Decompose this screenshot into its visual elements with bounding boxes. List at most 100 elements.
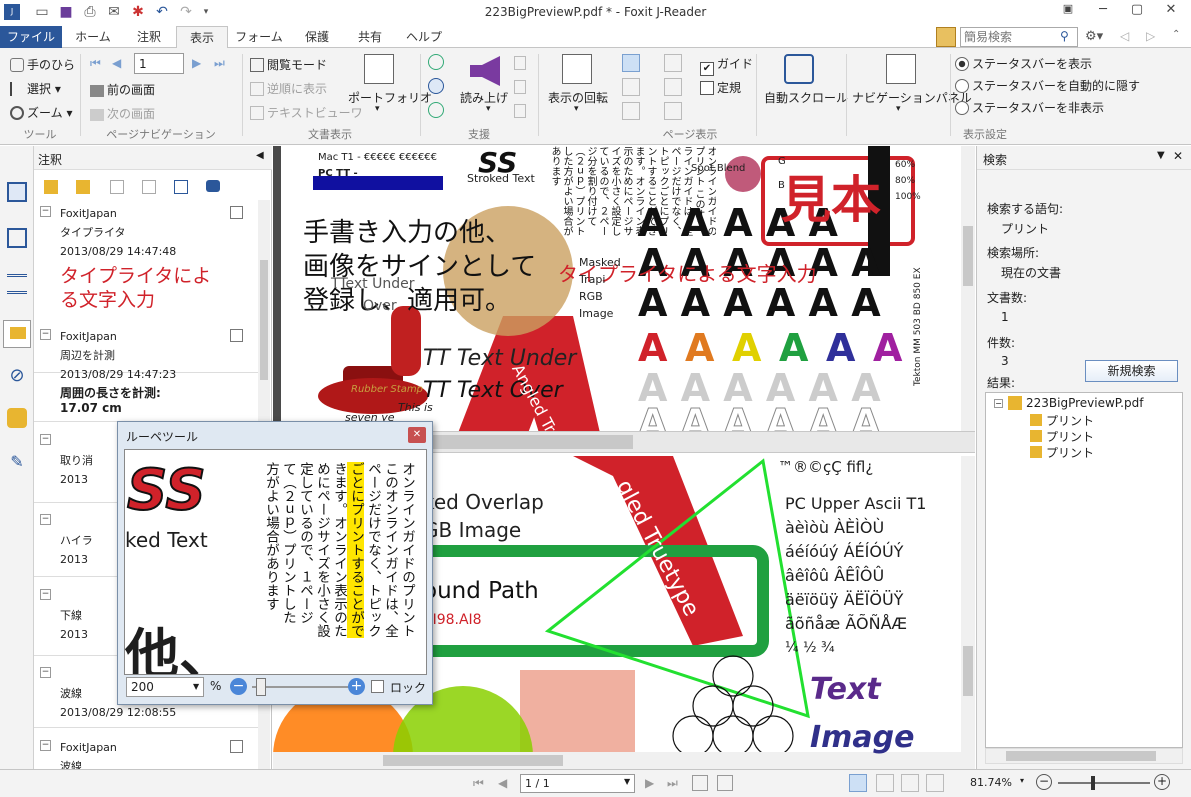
- radio-show-status[interactable]: ステータスバーを表示: [955, 55, 1092, 72]
- reverse-view-button[interactable]: 逆順に表示: [250, 80, 327, 97]
- forward-arrow-icon[interactable]: ▷: [1146, 29, 1155, 43]
- next-screen-button[interactable]: 次の画面: [90, 105, 155, 122]
- tab-home[interactable]: ホーム: [66, 26, 120, 48]
- nav-panel-dropdown-icon[interactable]: ▾: [896, 104, 901, 114]
- facing-status-icon[interactable]: [901, 774, 919, 792]
- facing-icon[interactable]: [664, 78, 682, 96]
- read-doc-icon[interactable]: [514, 80, 526, 94]
- result-item[interactable]: プリント: [1046, 444, 1094, 461]
- rotate-dropdown-icon[interactable]: ▾: [574, 104, 579, 114]
- radio-hide-status[interactable]: ステータスバーを非表示: [955, 99, 1104, 116]
- hscroll-thumb[interactable]: [383, 755, 563, 766]
- marquee-zoom-icon[interactable]: [428, 54, 444, 70]
- zoom-out-icon[interactable]: −: [1036, 774, 1052, 790]
- cover-status-icon[interactable]: [926, 774, 944, 792]
- lower-vscroll-thumb[interactable]: [963, 646, 973, 696]
- next-page-icon[interactable]: ▶: [192, 56, 201, 70]
- collapse-icon[interactable]: −: [40, 206, 51, 217]
- minimize-button[interactable]: ─: [1090, 2, 1116, 22]
- two-page-icon[interactable]: [664, 54, 682, 72]
- annotation-checkbox[interactable]: [230, 740, 243, 753]
- gear-icon[interactable]: ⚙▾: [1085, 29, 1103, 44]
- loupe-zoom-slider[interactable]: [252, 678, 352, 696]
- zoom-in-icon[interactable]: +: [1154, 774, 1170, 790]
- pages-icon[interactable]: [7, 228, 27, 248]
- tab-form[interactable]: フォーム: [230, 26, 288, 48]
- radio-auto-hide-status[interactable]: ステータスバーを自動的に隠す: [955, 77, 1140, 94]
- page-dropdown-icon[interactable]: ▼: [624, 777, 630, 786]
- tab-view[interactable]: 表示: [176, 26, 228, 49]
- close-panel-icon[interactable]: ✕: [1173, 149, 1183, 163]
- annotation-checkbox[interactable]: [230, 329, 243, 342]
- auto-scroll-button[interactable]: 自動スクロール: [764, 89, 848, 106]
- quick-search-input[interactable]: [961, 28, 1057, 46]
- collapse-icon[interactable]: −: [40, 329, 51, 340]
- loupe-titlebar[interactable]: ルーペツール ✕: [118, 422, 432, 448]
- last-page-status-icon[interactable]: ⏭: [667, 776, 678, 791]
- next-page-status-icon[interactable]: ▶: [645, 776, 654, 790]
- loupe-tool-window[interactable]: ルーペツール ✕ SS ked Text 他、 オンラインガイドのプリント この…: [117, 421, 433, 705]
- results-hscroll-thumb[interactable]: [1006, 751, 1156, 761]
- speaker-icon[interactable]: [470, 56, 500, 86]
- first-page-status-icon[interactable]: ⏮: [473, 776, 484, 791]
- select-tool-button[interactable]: 選択 ▾: [10, 80, 61, 97]
- loupe-zoom-out-icon[interactable]: −: [230, 678, 247, 695]
- tree-collapse-icon[interactable]: −: [994, 399, 1003, 408]
- collapse-icon[interactable]: −: [40, 514, 51, 525]
- collapse-all-icon[interactable]: [76, 180, 90, 194]
- continuous-icon[interactable]: [622, 78, 640, 96]
- search-icon[interactable]: ⚲: [1060, 29, 1069, 43]
- close-button[interactable]: ✕: [1158, 2, 1184, 22]
- magnifier-icon[interactable]: [428, 102, 444, 118]
- zoom-dropdown-icon[interactable]: ▾: [1020, 776, 1024, 785]
- nav-panel-icon[interactable]: [886, 54, 916, 84]
- lower-vscroll[interactable]: [961, 456, 975, 752]
- go-back-view-icon[interactable]: [692, 775, 708, 791]
- annotation-checkbox[interactable]: [230, 206, 243, 219]
- zoom-level[interactable]: 81.74%: [970, 776, 1012, 789]
- comment-icon[interactable]: [206, 180, 220, 192]
- nav-panel-button[interactable]: ナビゲーションパネル: [852, 89, 972, 106]
- tab-file[interactable]: ファイル: [0, 26, 62, 48]
- tab-protect[interactable]: 保護: [292, 26, 342, 48]
- import-icon[interactable]: [110, 180, 124, 194]
- annotation-item[interactable]: − FoxitJapan タイプライタ 2013/08/29 14:47:48 …: [34, 204, 260, 373]
- first-page-icon[interactable]: ⏮: [90, 56, 101, 71]
- ruler-checkbox[interactable]: 定規: [700, 79, 741, 96]
- collapse-icon[interactable]: −: [40, 589, 51, 600]
- go-forward-view-icon[interactable]: [717, 775, 733, 791]
- loupe-zoom-dropdown-icon[interactable]: ▼: [193, 682, 199, 691]
- loupe-zoom-select[interactable]: 200 ▼: [126, 677, 204, 697]
- tab-help[interactable]: ヘルプ: [398, 26, 450, 48]
- rotate-view-icon[interactable]: [562, 54, 592, 84]
- prev-page-status-icon[interactable]: ◀: [498, 776, 507, 790]
- zoom-slider[interactable]: [1058, 776, 1150, 790]
- collapse-icon[interactable]: −: [40, 740, 51, 751]
- auto-scroll-icon[interactable]: [784, 54, 814, 84]
- scrollbar-thumb[interactable]: [260, 260, 268, 380]
- read-stop-icon[interactable]: [514, 104, 526, 118]
- quick-search-box[interactable]: ⚲: [960, 27, 1078, 47]
- signature-icon[interactable]: ✎: [7, 452, 27, 472]
- maximize-button[interactable]: ▢: [1124, 2, 1150, 22]
- prev-screen-button[interactable]: 前の画面: [90, 81, 155, 98]
- text-viewer-button[interactable]: テキストビューワ: [250, 104, 363, 121]
- collapse-panel-icon[interactable]: ◀: [256, 150, 264, 161]
- annotation-item[interactable]: − FoxitJapan 周辺を計測 2013/08/29 14:47:23 周…: [34, 327, 260, 422]
- continuous-status-icon[interactable]: [876, 774, 894, 792]
- result-item[interactable]: プリント: [1046, 428, 1094, 445]
- tab-comment[interactable]: 注釈: [124, 26, 174, 48]
- panel-dropdown-icon[interactable]: ▼: [1157, 150, 1165, 161]
- loupe-close-button[interactable]: ✕: [408, 427, 426, 443]
- tab-share[interactable]: 共有: [346, 26, 394, 48]
- reading-mode-button[interactable]: 閲覧モード: [250, 56, 327, 73]
- prev-page-icon[interactable]: ◀: [112, 56, 121, 70]
- security-lock-icon[interactable]: [7, 408, 27, 428]
- new-search-button[interactable]: 新規検索: [1085, 360, 1178, 382]
- page-number-input[interactable]: 1: [134, 53, 184, 74]
- collapse-ribbon-icon[interactable]: ⌃: [1172, 29, 1180, 40]
- zoom-tool-button[interactable]: ズーム ▾: [10, 104, 72, 121]
- collapse-icon[interactable]: −: [40, 667, 51, 678]
- upper-vscroll[interactable]: [961, 146, 975, 431]
- layers-icon[interactable]: [7, 274, 27, 294]
